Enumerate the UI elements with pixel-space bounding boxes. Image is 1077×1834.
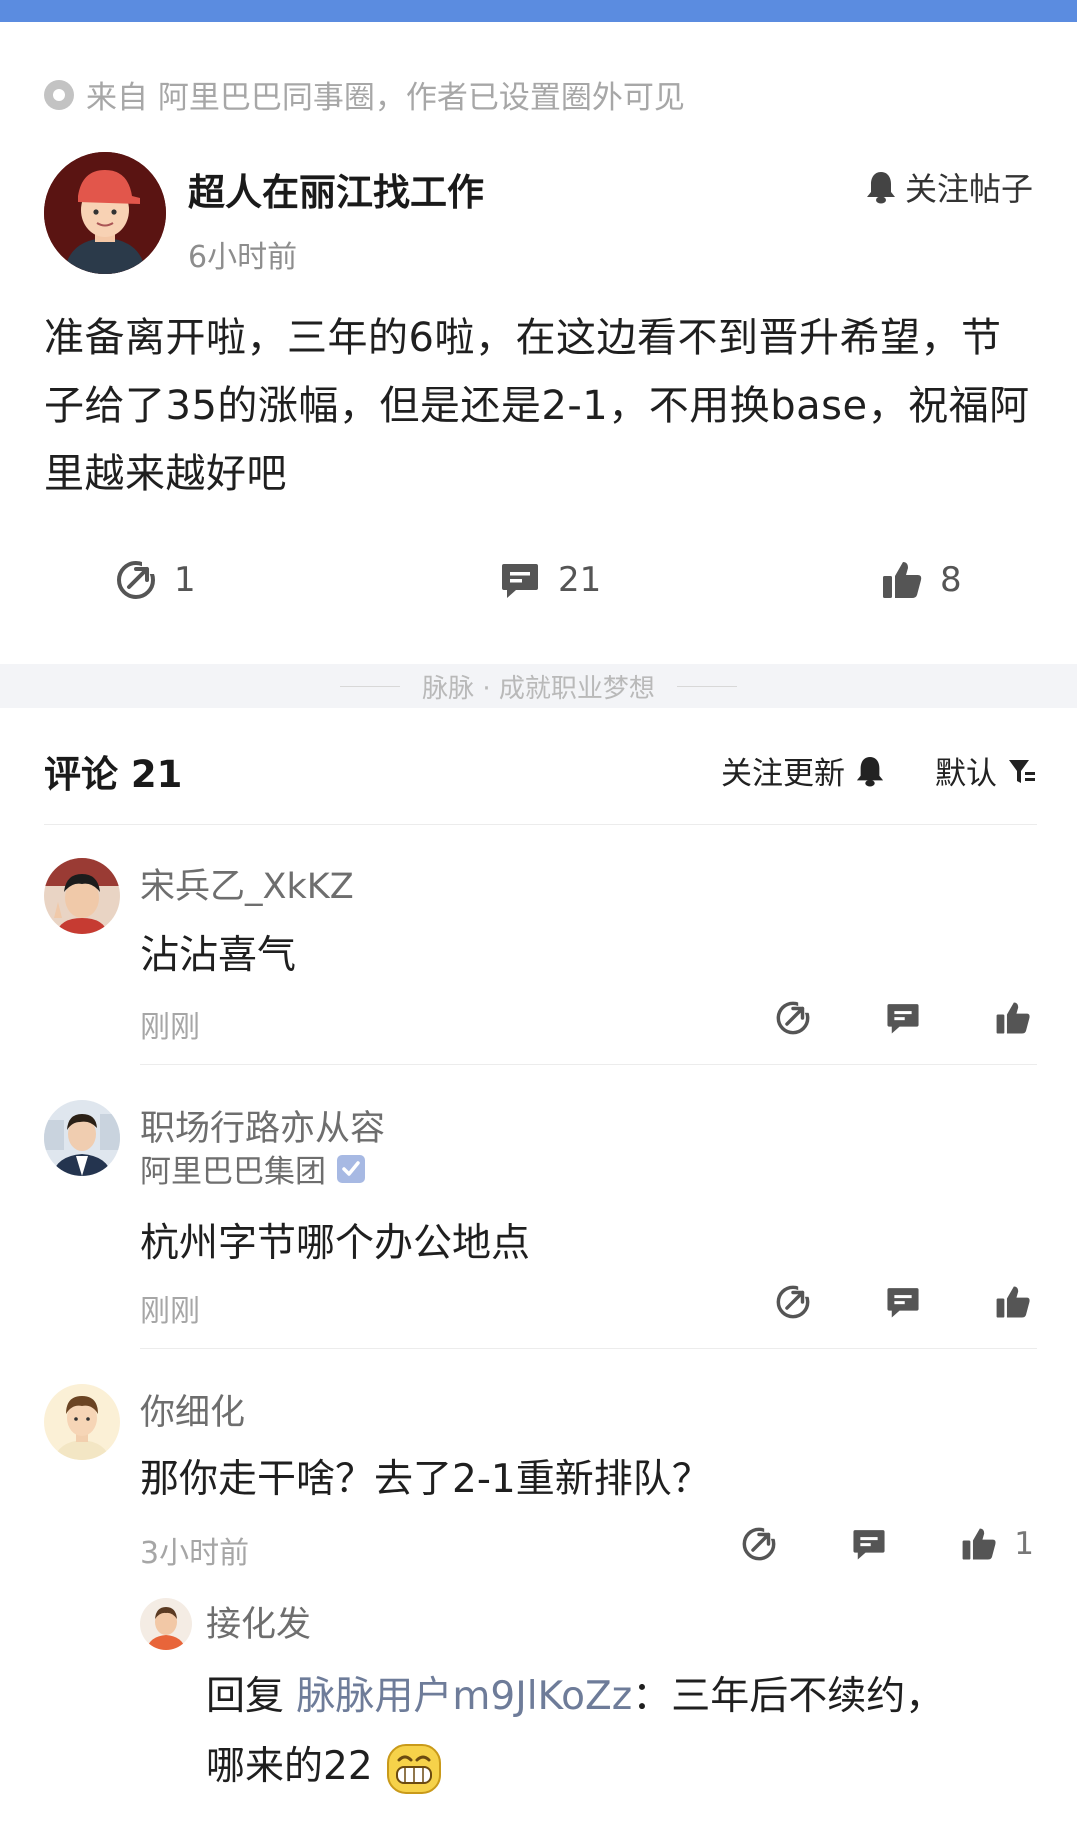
- grinning-emoji-icon: [387, 1743, 442, 1794]
- comments-controls: 关注更新 默认: [721, 748, 1037, 793]
- comment-count: 21: [558, 560, 602, 600]
- comment-icon: [887, 1288, 919, 1318]
- reply-colon: ：: [632, 1674, 672, 1719]
- comment-body: 那你走干啥？去了2-1重新排队？: [140, 1457, 711, 1502]
- share-icon: [776, 1000, 812, 1035]
- share-count: 1: [174, 560, 196, 600]
- comment-body: 杭州字节哪个办公地点: [140, 1221, 531, 1266]
- brand-slogan: 脉脉 · 成就职业梦想: [422, 673, 655, 704]
- share-button[interactable]: [774, 998, 814, 1038]
- comments-title: 评论 21: [44, 753, 183, 796]
- thumbs-up-icon: [962, 1528, 996, 1560]
- post-body: 准备离开啦，三年的6啦，在这边看不到晋升希望，节子给了35的涨幅，但是还是2-1…: [44, 315, 1030, 497]
- like-button[interactable]: 8: [880, 558, 962, 602]
- post-author: 超人在丽江找工作 6小时前: [44, 152, 484, 276]
- reply-prefix: 回复: [206, 1674, 297, 1719]
- divider-line: [340, 685, 401, 687]
- comment-body: 沾沾喜气: [140, 933, 297, 978]
- reply-body: 回复 脉脉用户m9JlKoZz：三年后不续约， 哪来的22: [206, 1662, 1046, 1802]
- bell-icon: [856, 756, 884, 786]
- comment-time: 3小时前: [140, 1536, 250, 1571]
- verified-badge-icon: [337, 1154, 365, 1183]
- commenter-name[interactable]: 职场行路亦从容: [140, 1100, 385, 1151]
- commenter-name[interactable]: 你细化: [140, 1384, 245, 1435]
- share-button[interactable]: 1: [114, 558, 196, 602]
- follow-post-button[interactable]: 关注帖子: [865, 164, 1033, 210]
- like-button[interactable]: [994, 1282, 1034, 1322]
- follow-post-label: 关注帖子: [904, 170, 1033, 208]
- reply-text-line2: 哪来的22: [206, 1744, 373, 1789]
- comment-item: 你细化 那你走干啥？去了2-1重新排队？ 3小时前 1: [44, 1384, 1044, 1584]
- author-avatar[interactable]: [44, 152, 166, 274]
- divider: [44, 824, 1037, 825]
- share-button[interactable]: [774, 1282, 814, 1322]
- post-actions: 1 21 8: [0, 558, 1077, 608]
- bell-icon: [866, 172, 895, 204]
- comment-item: 职场行路亦从容 阿里巴巴集团 杭州字节哪个办公地点 刚刚: [44, 1100, 1044, 1340]
- divider-line: [676, 685, 737, 687]
- post-source: 来自 阿里巴巴同事圈，作者已设置圈外可见: [44, 72, 685, 117]
- comment-icon: [502, 564, 538, 598]
- thumbs-up-icon: [883, 562, 922, 598]
- company-name: 阿里巴巴集团: [140, 1154, 326, 1190]
- replier-name[interactable]: 接化发: [206, 1596, 311, 1647]
- share-icon: [117, 560, 158, 599]
- like-button[interactable]: [960, 1524, 1000, 1564]
- share-icon: [742, 1526, 779, 1561]
- comment-icon: [887, 1004, 919, 1034]
- commenter-company: 阿里巴巴集团: [140, 1146, 366, 1191]
- divider: [140, 1064, 1037, 1065]
- like-count: 1: [1014, 1526, 1034, 1562]
- follow-updates-button[interactable]: 关注更新: [721, 748, 885, 793]
- sort-label: 默认: [935, 756, 997, 792]
- thumbs-up-icon: [996, 1002, 1030, 1034]
- commenter-avatar[interactable]: [44, 858, 120, 934]
- comment-actions: [704, 1282, 1034, 1322]
- comment-icon: [853, 1530, 885, 1560]
- commenter-avatar[interactable]: [44, 1100, 120, 1176]
- comment-button[interactable]: 21: [498, 558, 601, 602]
- thumbs-up-icon: [996, 1286, 1030, 1318]
- sort-dropdown[interactable]: 默认: [935, 748, 1037, 793]
- comment-item: 宋兵乙_XkKZ 沾沾喜气 刚刚: [44, 858, 1044, 1058]
- like-button[interactable]: [994, 998, 1034, 1038]
- reply-button[interactable]: [850, 1524, 890, 1564]
- comment-actions: 1: [670, 1524, 1034, 1564]
- reply-mention[interactable]: 脉脉用户m9JlKoZz: [296, 1674, 632, 1719]
- commenter-name[interactable]: 宋兵乙_XkKZ: [140, 858, 354, 909]
- reply-item: 接化发 回复 脉脉用户m9JlKoZz：三年后不续约， 哪来的22: [140, 1598, 1040, 1798]
- share-button[interactable]: [740, 1524, 780, 1564]
- comment-time: 刚刚: [140, 1294, 200, 1329]
- divider: [140, 1348, 1037, 1349]
- reply-button[interactable]: [884, 998, 924, 1038]
- circle-dot-icon: [44, 79, 74, 110]
- like-count: 8: [940, 560, 962, 600]
- author-name[interactable]: 超人在丽江找工作: [188, 162, 484, 216]
- follow-updates-label: 关注更新: [721, 756, 845, 792]
- source-text: 来自 阿里巴巴同事圈，作者已设置圈外可见: [86, 80, 685, 116]
- comment-actions: [704, 998, 1034, 1038]
- comment-time: 刚刚: [140, 1010, 200, 1045]
- share-icon: [776, 1284, 812, 1319]
- status-bar: [0, 0, 1077, 22]
- commenter-avatar[interactable]: [44, 1384, 120, 1460]
- post-time: 6小时前: [188, 240, 298, 275]
- reply-text-line1: 三年后不续约，: [671, 1674, 945, 1719]
- filter-icon: [1009, 759, 1035, 783]
- reply-button[interactable]: [884, 1282, 924, 1322]
- brand-divider: 脉脉 · 成就职业梦想: [0, 664, 1077, 708]
- replier-avatar[interactable]: [140, 1598, 192, 1650]
